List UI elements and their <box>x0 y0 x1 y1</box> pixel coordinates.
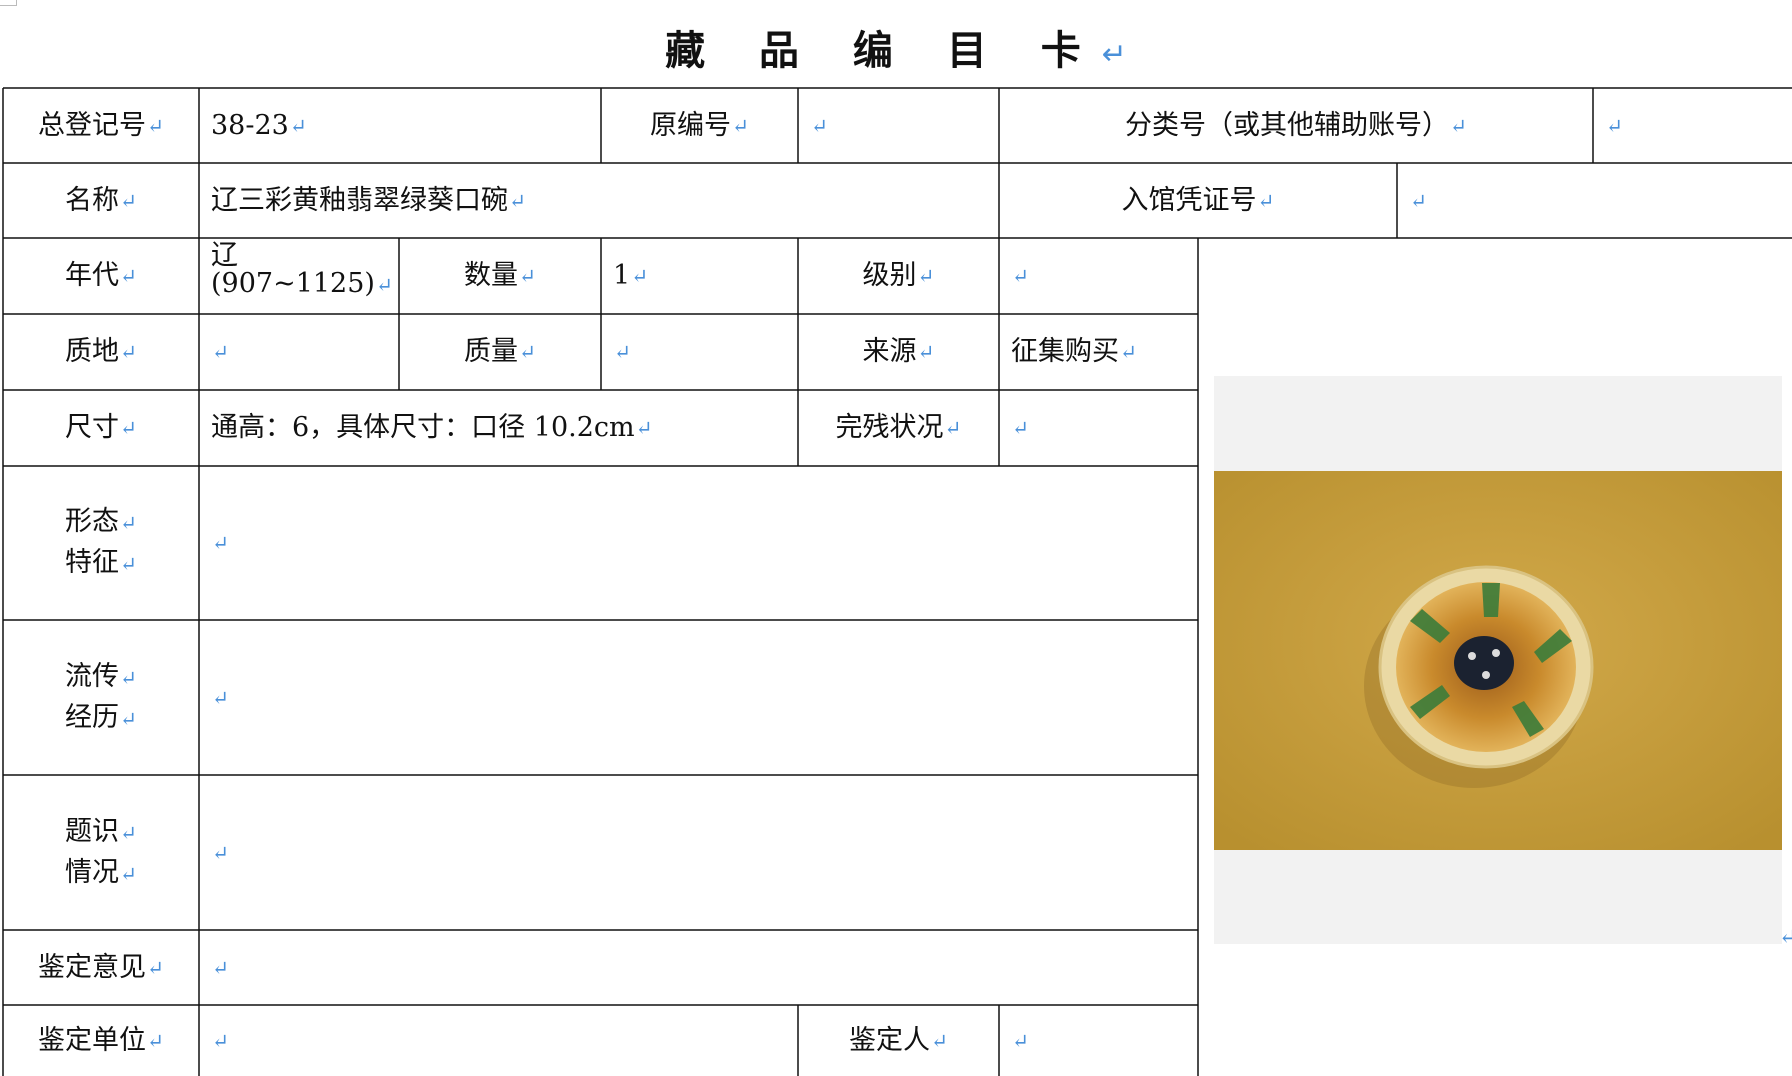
entry-voucher-label: 入馆凭证号 ↵ <box>1121 184 1275 216</box>
classification-no-label: 分类号（或其他辅助账号） ↵ <box>1125 109 1467 141</box>
appraiser-value[interactable]: ↵ <box>999 1005 1198 1076</box>
artifact-photo <box>1214 471 1782 850</box>
material-value[interactable]: ↵ <box>199 314 399 390</box>
appraisal-unit-value[interactable]: ↵ <box>199 1005 798 1076</box>
original-no-value[interactable]: ↵ <box>798 88 999 163</box>
grade-label: 级别 ↵ <box>862 260 935 291</box>
provenance-value[interactable]: ↵ <box>199 620 1198 775</box>
condition-label: 完残状况 ↵ <box>835 412 962 443</box>
source-label: 来源 ↵ <box>862 336 935 367</box>
entry-voucher-value[interactable]: ↵ <box>1397 163 1792 238</box>
name-value[interactable]: 辽三彩黄釉翡翠绿葵口碗 ↵ <box>199 163 999 238</box>
source-value[interactable]: 征集购买 ↵ <box>999 314 1198 390</box>
era-value[interactable]: 辽 (907~1125)↵ <box>199 238 399 314</box>
material-label: 质地 ↵ <box>65 336 137 367</box>
form-features-value[interactable]: ↵ <box>199 466 1198 620</box>
appraisal-opinion-label: 鉴定意见 ↵ <box>38 951 164 983</box>
registration-no-value[interactable]: 38-23 ↵ <box>199 88 601 163</box>
appraisal-unit-label: 鉴定单位 ↵ <box>38 1024 164 1056</box>
era-label: 年代 ↵ <box>65 260 137 291</box>
name-label: 名称 ↵ <box>65 184 137 216</box>
inscription-value[interactable]: ↵ <box>199 775 1198 930</box>
quantity-label: 数量 ↵ <box>464 260 536 291</box>
card-title: 藏 品 编 目 卡↵ <box>665 28 1127 74</box>
mass-label: 质量 ↵ <box>464 336 536 367</box>
size-label: 尺寸 ↵ <box>65 412 137 443</box>
bowl-image <box>1214 471 1782 850</box>
registration-no-label: 总登记号 ↵ <box>38 109 164 141</box>
mass-value[interactable]: ↵ <box>601 314 798 390</box>
page-corner-mark <box>0 0 17 6</box>
original-no-label: 原编号 ↵ <box>650 109 749 141</box>
photo-return-mark: ↵ <box>1779 925 1792 950</box>
grade-value[interactable]: ↵ <box>999 238 1198 314</box>
appraiser-label: 鉴定人 ↵ <box>849 1024 948 1056</box>
classification-no-value[interactable]: ↵ <box>1593 88 1792 163</box>
form-features-label: 形态↵ 特征↵ <box>65 506 137 578</box>
appraisal-opinion-value[interactable]: ↵ <box>199 930 1198 1005</box>
condition-value[interactable]: ↵ <box>999 390 1198 466</box>
size-value[interactable]: 通高：6，具体尺寸：口径 10.2cm ↵ <box>199 390 798 466</box>
quantity-value[interactable]: 1 ↵ <box>601 238 798 314</box>
provenance-label: 流传↵ 经历↵ <box>65 660 137 733</box>
inscription-label: 题识↵ 情况↵ <box>65 815 137 888</box>
